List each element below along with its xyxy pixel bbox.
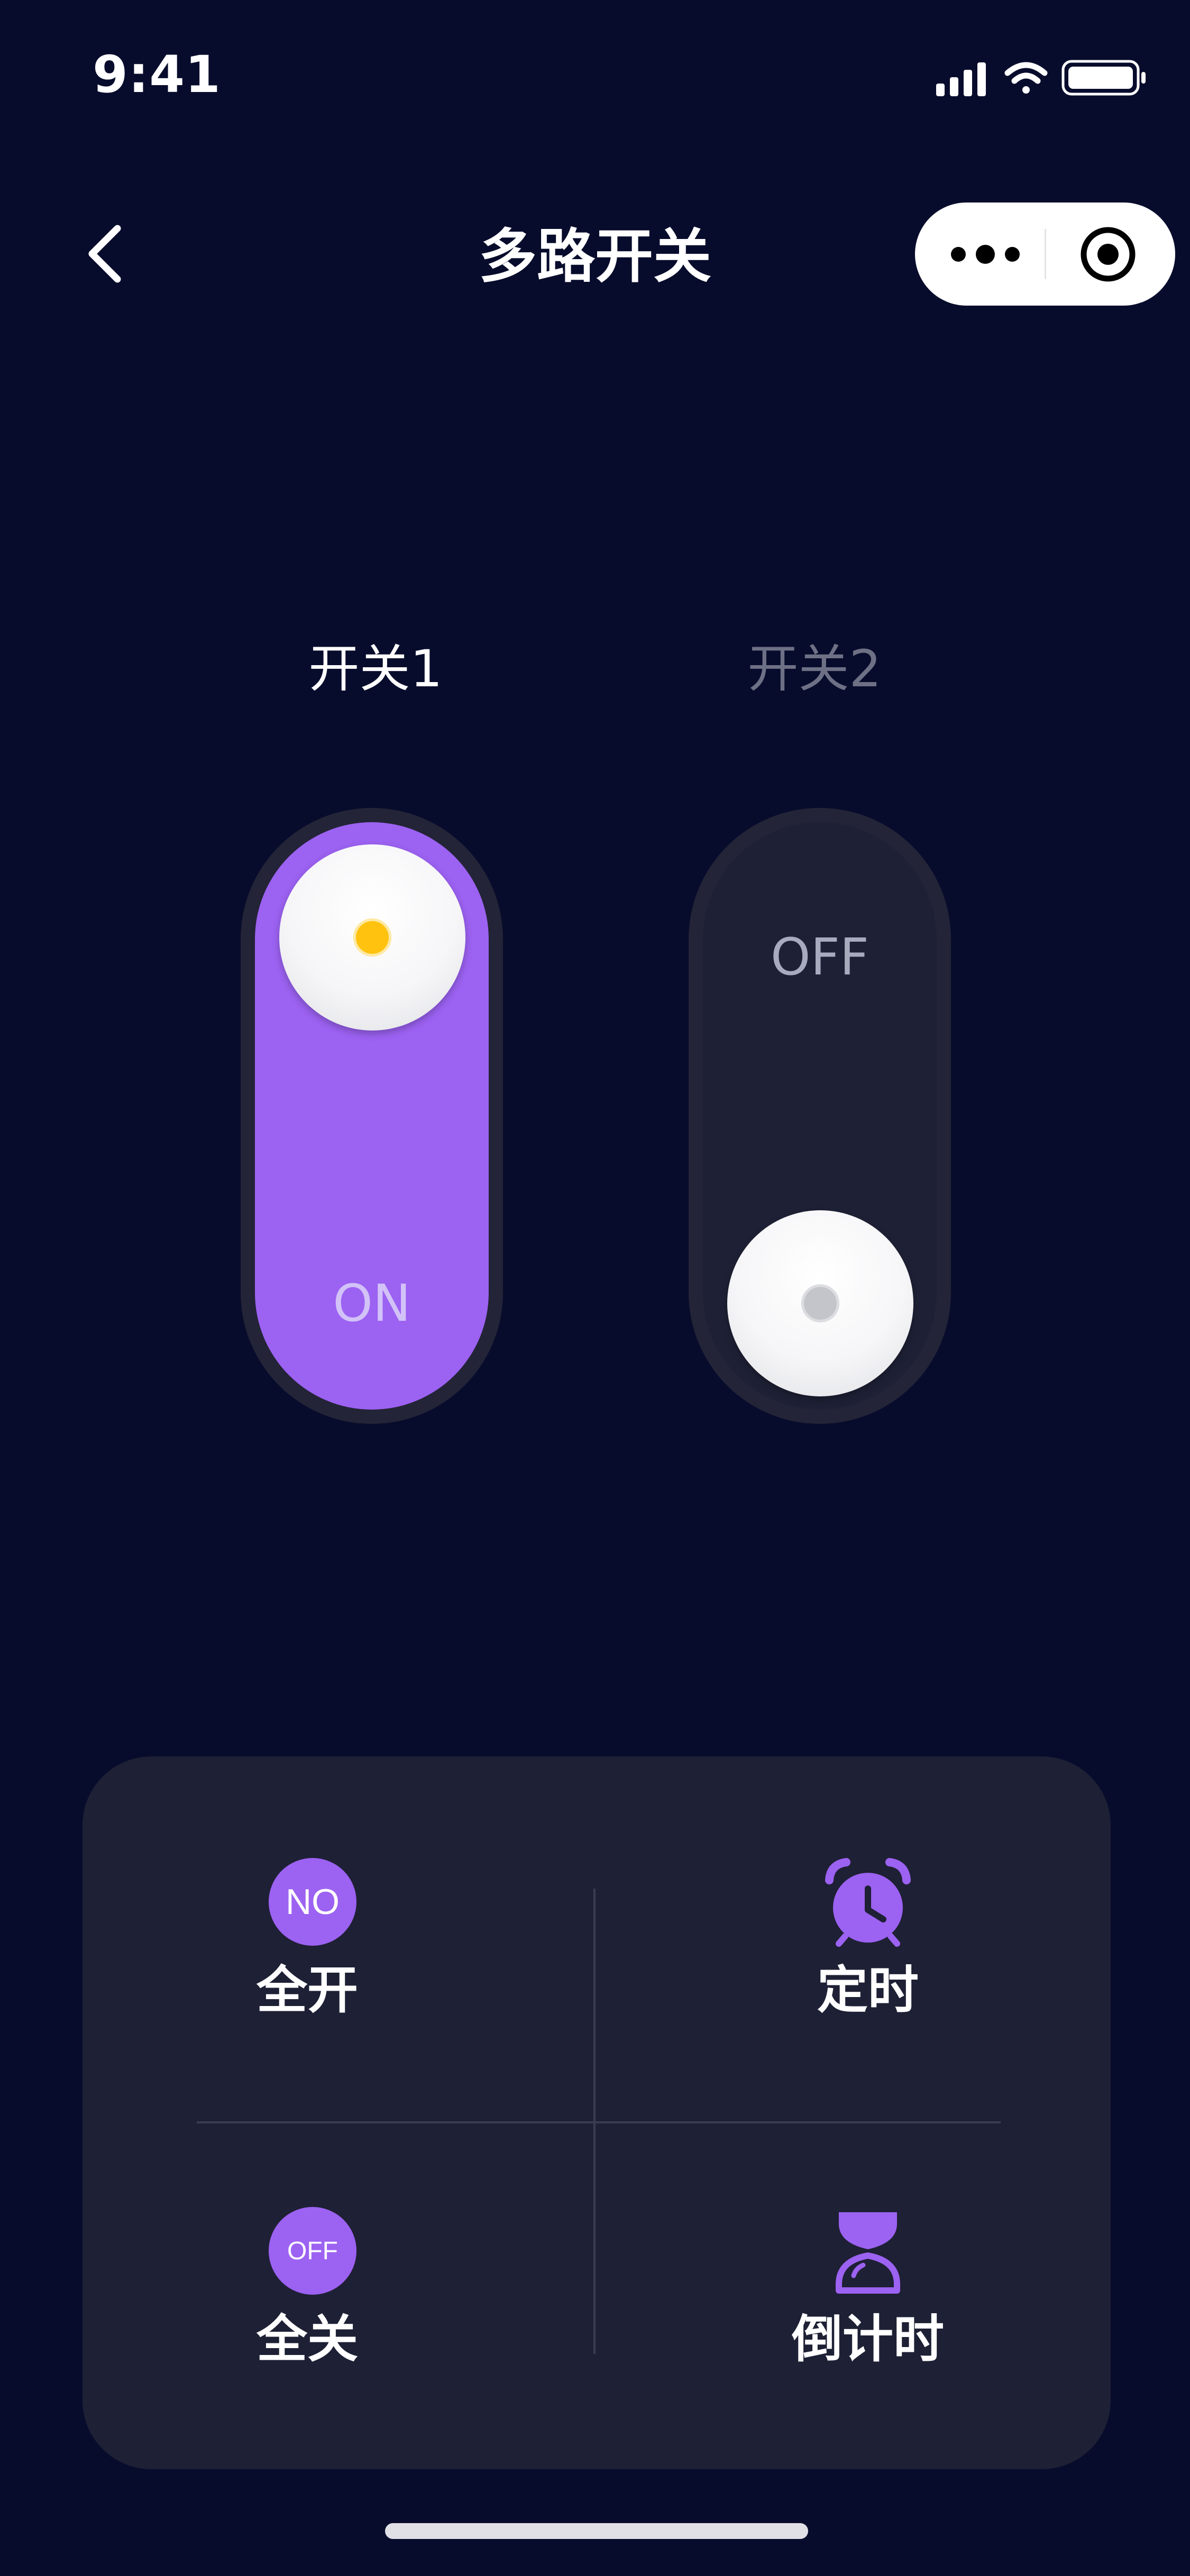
target-circle-icon bbox=[1081, 227, 1136, 282]
switch-1-track: ON bbox=[255, 822, 489, 1410]
tab-switch-1[interactable]: 开关1 bbox=[243, 637, 508, 701]
close-button[interactable] bbox=[1046, 203, 1175, 306]
all-off-button[interactable]: OFF 全关 bbox=[146, 2190, 463, 2412]
more-button[interactable] bbox=[915, 203, 1045, 306]
control-panel: NO 全开 定时 OFF 全关 倒计时 bbox=[83, 1756, 1111, 2469]
all-off-label: 全关 bbox=[257, 2310, 358, 2369]
on-indicator-dot bbox=[353, 918, 391, 956]
tab-switch-2[interactable]: 开关2 bbox=[682, 637, 947, 701]
timer-label: 定时 bbox=[817, 1961, 919, 2020]
switch-1-knob[interactable] bbox=[279, 844, 465, 1031]
all-on-button[interactable]: NO 全开 bbox=[146, 1841, 463, 2063]
all-on-icon: NO bbox=[268, 1857, 358, 1947]
no-badge: NO bbox=[269, 1858, 356, 1946]
mini-program-capsule bbox=[915, 203, 1175, 306]
panel-horizontal-divider bbox=[197, 2121, 1001, 2123]
status-icons bbox=[936, 60, 1146, 96]
home-indicator[interactable] bbox=[385, 2523, 808, 2539]
switch-2-track: OFF bbox=[703, 822, 937, 1410]
wifi-icon bbox=[1004, 62, 1048, 94]
switch-2-state: OFF bbox=[771, 927, 869, 987]
switch-1-toggle[interactable]: ON bbox=[241, 808, 503, 1424]
all-off-icon: OFF bbox=[268, 2206, 358, 2296]
switch-2-knob[interactable] bbox=[727, 1210, 913, 1396]
all-on-label: 全开 bbox=[257, 1961, 358, 2020]
hourglass-icon bbox=[836, 2212, 900, 2294]
countdown-button[interactable]: 倒计时 bbox=[701, 2190, 1019, 2412]
off-indicator-dot bbox=[801, 1284, 839, 1322]
navigation-bar: 多路开关 bbox=[0, 201, 1190, 307]
status-time: 9:41 bbox=[93, 45, 221, 104]
switch-2-toggle[interactable]: OFF bbox=[689, 808, 951, 1424]
alarm-clock-icon bbox=[825, 1858, 911, 1947]
cellular-signal-icon bbox=[936, 62, 986, 96]
switch-1-state: ON bbox=[333, 1274, 411, 1333]
countdown-label: 倒计时 bbox=[792, 2310, 944, 2369]
battery-icon bbox=[1061, 60, 1146, 96]
status-bar: 9:41 bbox=[0, 0, 1190, 153]
off-badge: OFF bbox=[269, 2207, 356, 2295]
timer-button[interactable]: 定时 bbox=[701, 1841, 1019, 2063]
more-dots-icon bbox=[951, 245, 1020, 264]
